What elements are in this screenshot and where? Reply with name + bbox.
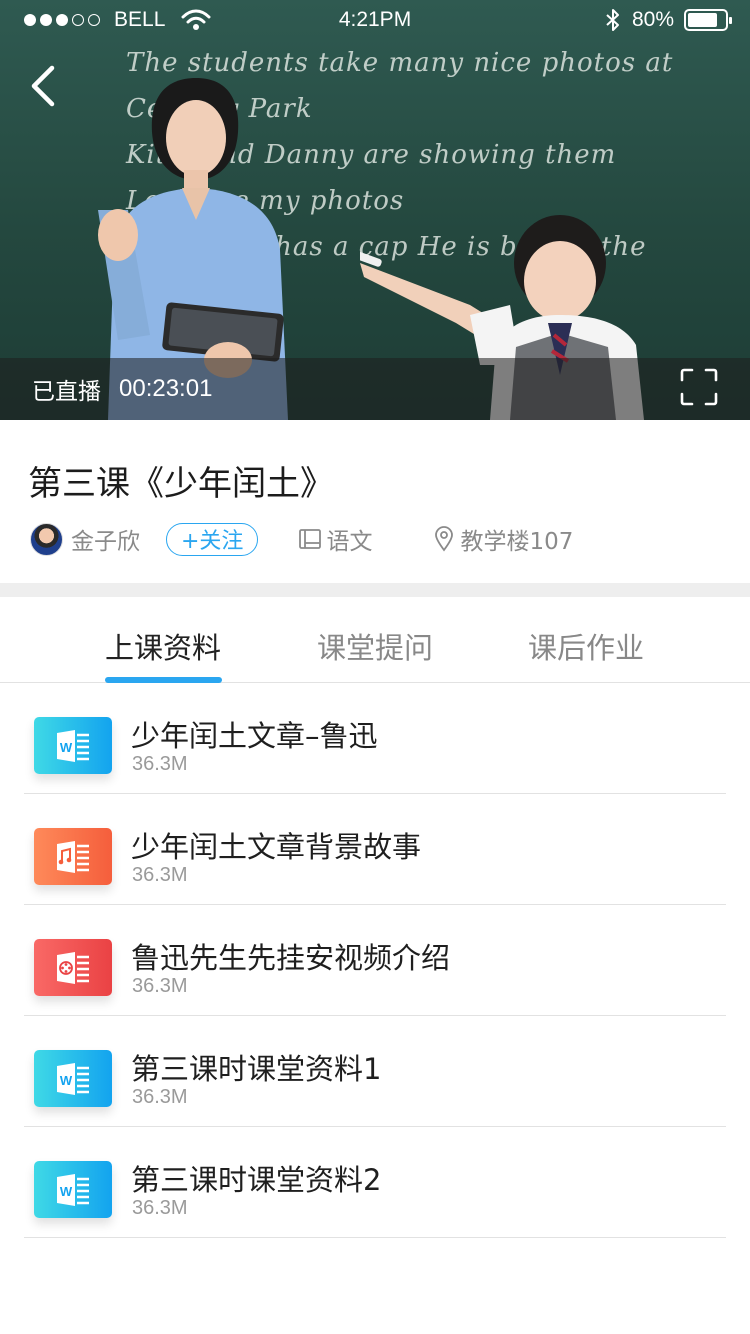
svg-text:W: W	[60, 740, 73, 755]
elapsed-time: 00:23:01	[119, 375, 213, 402]
file-name: 第三课时课堂资料2	[131, 1163, 382, 1197]
tab-class-questions[interactable]: 课堂提问	[317, 625, 433, 667]
teacher-avatar[interactable]	[30, 522, 63, 556]
subject-label: 语文	[326, 529, 373, 555]
video-player[interactable]: The students take many nice photos at Ce…	[0, 0, 750, 420]
fullscreen-icon[interactable]	[680, 368, 718, 406]
file-size: 36.3M	[132, 864, 188, 886]
teacher-name[interactable]: 金子欣	[71, 522, 140, 556]
section-divider	[0, 583, 750, 597]
word-doc-icon: W	[34, 1050, 112, 1107]
file-item[interactable]: W 第三课时课堂资料2 36.3M	[24, 1127, 726, 1238]
word-doc-icon: W	[34, 1161, 112, 1218]
course-info: 第三课《少年闰土》 金子欣 +关注 语文 教学楼107	[0, 420, 750, 583]
book-icon	[299, 529, 322, 549]
tab-class-materials[interactable]: 上课资料	[105, 625, 221, 667]
location-label: 教学楼107	[460, 529, 574, 555]
file-size: 36.3M	[132, 975, 188, 997]
status-bar: BELL 4:21PM 80%	[0, 0, 750, 40]
battery-percent: 80%	[631, 8, 674, 31]
file-size: 36.3M	[132, 753, 188, 775]
live-status-label: 已直播	[32, 379, 101, 405]
course-meta: 金子欣 +关注 语文 教学楼107	[30, 522, 573, 556]
file-name: 鲁迅先生先挂安视频介绍	[131, 941, 451, 975]
svg-text:W: W	[60, 1073, 73, 1088]
file-item[interactable]: 鲁迅先生先挂安视频介绍 36.3M	[24, 905, 726, 1016]
bluetooth-icon	[606, 9, 619, 31]
video-control-bar: 已直播 00:23:01	[0, 358, 750, 420]
file-item[interactable]: 少年闰土文章背景故事 36.3M	[24, 794, 726, 905]
word-doc-icon: W	[34, 717, 112, 774]
file-size: 36.3M	[132, 1086, 188, 1108]
file-size: 36.3M	[132, 1197, 188, 1219]
location-pin-icon	[435, 526, 454, 552]
video-file-icon	[34, 939, 112, 996]
file-name: 少年闰土文章背景故事	[131, 830, 422, 864]
tab-homework[interactable]: 课后作业	[528, 625, 644, 667]
file-list: W 少年闰土文章–鲁迅 36.3M 少年闰土文章背景故事 36.3M 鲁迅先生先…	[0, 683, 750, 1238]
svg-text:W: W	[60, 1184, 73, 1199]
tab-bar: 上课资料 课堂提问 课后作业	[0, 597, 750, 683]
back-arrow-icon[interactable]	[26, 62, 66, 110]
file-item[interactable]: W 少年闰土文章–鲁迅 36.3M	[24, 683, 726, 794]
course-title: 第三课《少年闰土》	[28, 464, 334, 504]
file-name: 少年闰土文章–鲁迅	[131, 719, 378, 753]
follow-button[interactable]: +关注	[166, 522, 259, 556]
battery-icon	[684, 9, 732, 31]
file-item[interactable]: W 第三课时课堂资料1 36.3M	[24, 1016, 726, 1127]
location: 教学楼107	[434, 522, 573, 556]
battery-level	[688, 13, 717, 27]
subject: 语文	[298, 522, 372, 556]
file-name: 第三课时课堂资料1	[131, 1052, 382, 1086]
audio-file-icon	[34, 828, 112, 885]
